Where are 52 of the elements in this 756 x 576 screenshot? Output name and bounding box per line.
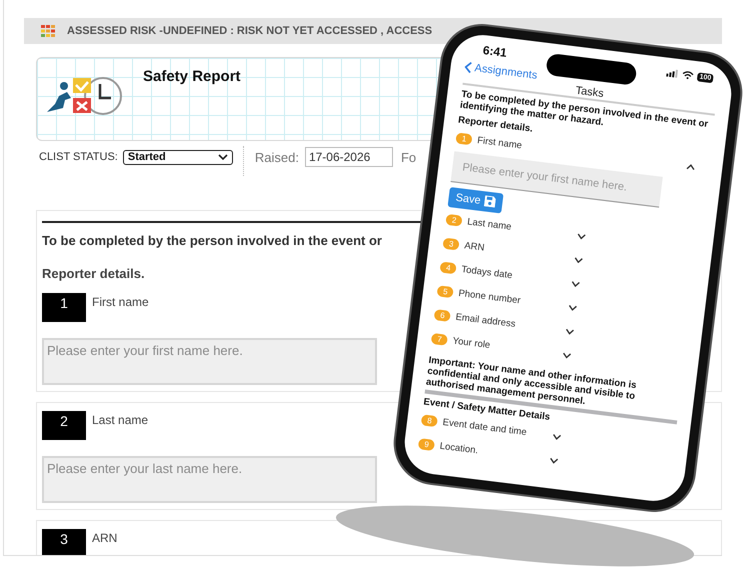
question-number-badge: 3 bbox=[442, 238, 460, 251]
status-label: CLIST STATUS: bbox=[39, 151, 118, 163]
question-number: 1 bbox=[42, 293, 86, 322]
question-number-badge: 9 bbox=[418, 438, 436, 452]
intro-text: To be completed by the person involved in the event or bbox=[42, 233, 382, 248]
question-label: ARN bbox=[92, 530, 118, 547]
raised-date-field[interactable]: 17-06-2026 bbox=[304, 147, 393, 167]
screen-title: Tasks bbox=[574, 84, 604, 100]
question-label: Phone number bbox=[458, 288, 522, 309]
chevron-icon[interactable] bbox=[552, 432, 562, 440]
banner-text: ASSESSED RISK -UNDEFINED : RISK NOT YET ACCESSED , ACCESS bbox=[67, 25, 432, 37]
chevron-icon[interactable] bbox=[574, 256, 584, 264]
question-number-badge: 8 bbox=[420, 414, 438, 428]
question-number-badge: 6 bbox=[434, 309, 452, 322]
question-label: Your role bbox=[452, 336, 492, 354]
chevron-icon[interactable] bbox=[568, 304, 578, 312]
back-chevron-icon bbox=[464, 60, 472, 74]
input-field[interactable]: Please enter your first name here. bbox=[42, 338, 377, 385]
raised-label: Raised: bbox=[254, 150, 299, 164]
input-field[interactable]: Please enter your last name here. bbox=[42, 456, 377, 503]
question-label: ARN bbox=[464, 240, 486, 256]
report-title: Safety Report bbox=[143, 68, 241, 85]
chevron-icon[interactable] bbox=[562, 352, 572, 359]
question-label: Todays date bbox=[460, 264, 514, 284]
signal-icon bbox=[666, 68, 680, 78]
save-button[interactable]: Save bbox=[448, 186, 504, 214]
question-label: Last name bbox=[466, 216, 513, 236]
question-label: Location. bbox=[439, 440, 480, 458]
caret-icon bbox=[218, 154, 228, 160]
question-label: First name bbox=[476, 135, 524, 154]
chevron-icon[interactable] bbox=[564, 328, 575, 336]
question-number-badge: 5 bbox=[436, 286, 454, 299]
question-number: 2 bbox=[42, 411, 86, 440]
chevron-icon[interactable] bbox=[576, 232, 586, 240]
chevron-icon[interactable] bbox=[686, 164, 696, 171]
grid-icon bbox=[41, 25, 55, 37]
chevron-icon[interactable] bbox=[549, 456, 559, 464]
question-number-badge: 7 bbox=[430, 333, 448, 346]
question-label: Last name bbox=[92, 412, 148, 429]
chevron-icon[interactable] bbox=[570, 280, 580, 288]
back-link[interactable]: Assignments bbox=[464, 60, 538, 82]
question-label: Email address bbox=[454, 312, 517, 332]
wifi-icon bbox=[682, 70, 694, 80]
question-number-badge: 2 bbox=[445, 214, 463, 228]
question-number-badge: 1 bbox=[455, 132, 473, 146]
question-number-badge: 4 bbox=[439, 262, 458, 275]
clock-time: 6:41 bbox=[482, 43, 508, 60]
section-heading: Reporter details. bbox=[42, 266, 145, 281]
form-label: Fo bbox=[400, 150, 416, 164]
question-number: 3 bbox=[42, 529, 86, 555]
question-label: First name bbox=[92, 294, 149, 311]
status-dropdown[interactable]: Started bbox=[122, 150, 233, 164]
